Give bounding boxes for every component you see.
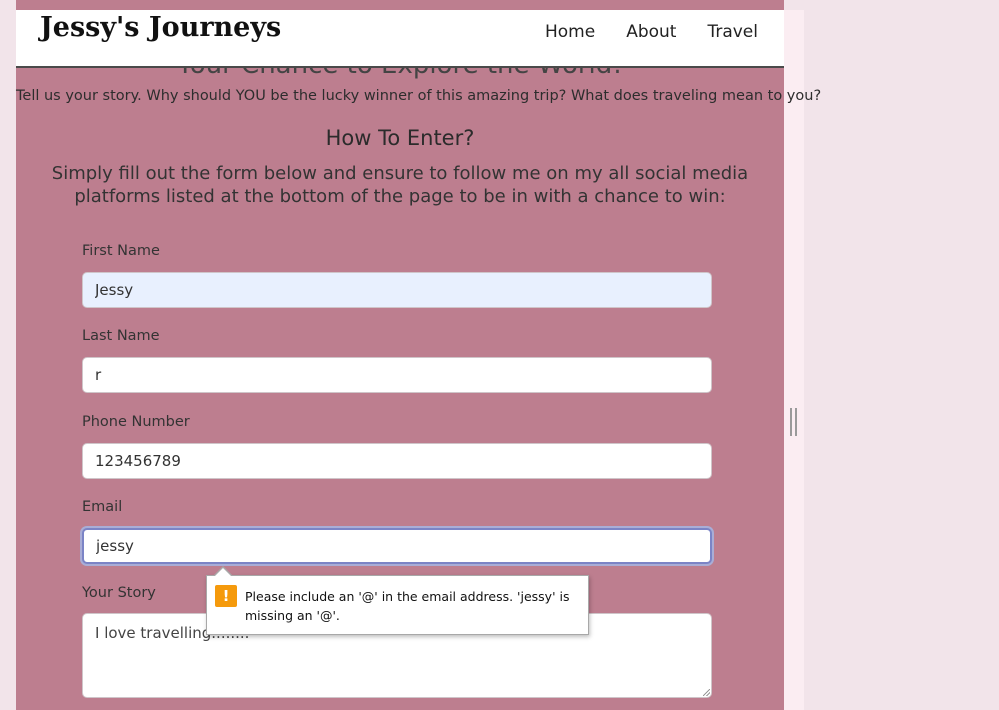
side-strip	[784, 10, 804, 710]
textarea-resize-grip[interactable]	[703, 689, 710, 696]
first-name-input[interactable]	[82, 272, 712, 308]
last-name-input[interactable]	[82, 357, 712, 393]
resize-handle[interactable]	[790, 408, 797, 436]
nav-links: Home About Travel	[545, 22, 758, 42]
tooltip-arrow-fill	[214, 568, 232, 577]
last-name-label: Last Name	[82, 328, 160, 344]
phone-label: Phone Number	[82, 414, 190, 430]
brand-logo[interactable]: Jessy's Journeys	[40, 12, 281, 43]
email-input[interactable]	[82, 528, 712, 564]
nav-travel[interactable]: Travel	[707, 22, 758, 42]
nav-about[interactable]: About	[626, 22, 676, 42]
how-to-enter-text: Simply fill out the form below and ensur…	[51, 163, 749, 207]
validation-message: Please include an '@' in the email addre…	[245, 589, 570, 623]
how-to-enter-title: How To Enter?	[325, 126, 475, 150]
email-label: Email	[82, 499, 123, 515]
nav-home[interactable]: Home	[545, 22, 595, 42]
navbar: Jessy's Journeys Home About Travel	[16, 10, 784, 68]
story-label: Your Story	[82, 585, 156, 601]
phone-input[interactable]	[82, 443, 712, 479]
validation-tooltip: ! Please include an '@' in the email add…	[206, 575, 589, 635]
first-name-label: First Name	[82, 243, 160, 259]
intro-text: Tell us your story. Why should YOU be th…	[16, 88, 822, 104]
warning-icon: !	[215, 585, 237, 607]
